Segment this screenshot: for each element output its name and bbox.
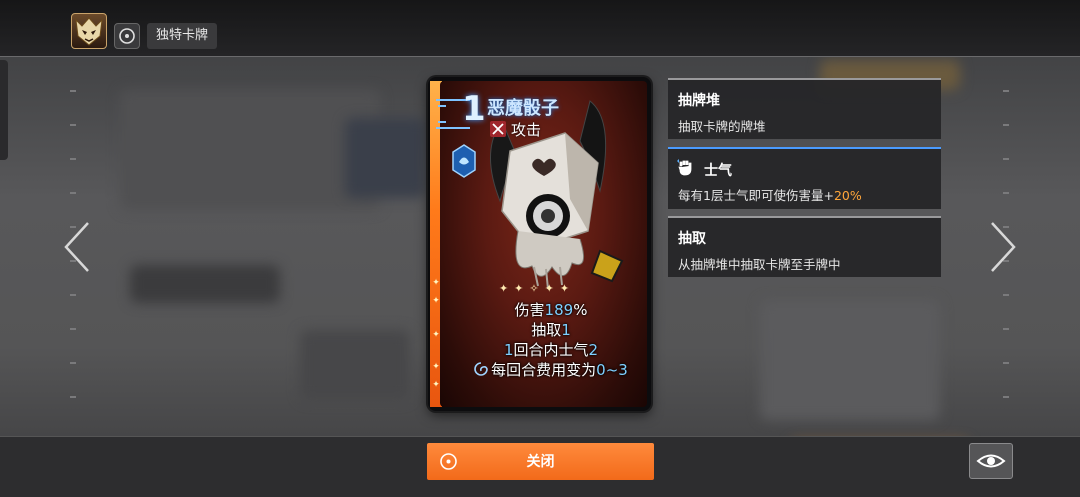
demon-mask-icon[interactable] <box>71 13 107 49</box>
cost-swirl-icon <box>474 362 488 376</box>
eye-icon <box>976 454 1006 468</box>
effect-cost: 每回合费用变为0~3 <box>458 360 644 380</box>
raised-fist-icon <box>677 159 692 176</box>
card-effects: 伤害189% 抽取1 1回合内士气2 每回合费用变为0~3 <box>458 300 644 380</box>
target-button[interactable] <box>114 23 140 49</box>
tooltip-desc: 从抽牌堆中抽取卡牌至手牌中 <box>678 257 841 272</box>
card-divider: ✦✦✧✦✦ <box>498 282 576 295</box>
effect-damage: 伤害189% <box>514 301 588 319</box>
tooltip-title: 士气 <box>704 163 732 179</box>
effect-morale: 1回合内士气2 <box>503 341 599 359</box>
card-name: 恶魔骰子 <box>487 98 559 119</box>
bg-shape <box>300 330 410 400</box>
chevron-left-icon <box>64 222 89 272</box>
previous-card-button[interactable] <box>62 221 92 273</box>
tooltip-draw: 抽取 从抽牌堆中抽取卡牌至手牌中 <box>668 216 941 277</box>
bg-shape <box>120 90 380 210</box>
bg-shape <box>760 300 940 420</box>
card-cost: 1 <box>462 89 486 129</box>
close-button[interactable]: 关闭 <box>427 443 654 480</box>
view-toggle-button[interactable] <box>969 443 1013 479</box>
page-title: 独特卡牌 <box>147 23 218 49</box>
tooltip-desc: 每有1层士气即可使伤害量+20% <box>678 188 862 203</box>
tooltip-title: 抽牌堆 <box>678 93 720 109</box>
card-type: 攻击 <box>511 121 542 139</box>
side-drawer-handle[interactable] <box>0 60 8 160</box>
bg-shape <box>130 265 280 303</box>
crossed-swords-icon <box>490 121 506 137</box>
tooltip-title: 抽取 <box>678 231 706 247</box>
tooltip-morale: 士气 每有1层士气即可使伤害量+20% <box>668 147 941 209</box>
next-card-button[interactable] <box>988 221 1018 273</box>
target-icon <box>119 28 135 44</box>
dice-emblem-icon <box>452 144 476 178</box>
effect-draw: 抽取1 <box>531 321 571 339</box>
tooltip-draw-pile: 抽牌堆 抽取卡牌的牌堆 <box>668 78 941 139</box>
close-button-label: 关闭 <box>526 453 555 469</box>
bg-shape <box>345 118 425 198</box>
chevron-right-icon <box>991 222 1016 272</box>
tooltip-desc: 抽取卡牌的牌堆 <box>678 119 766 134</box>
